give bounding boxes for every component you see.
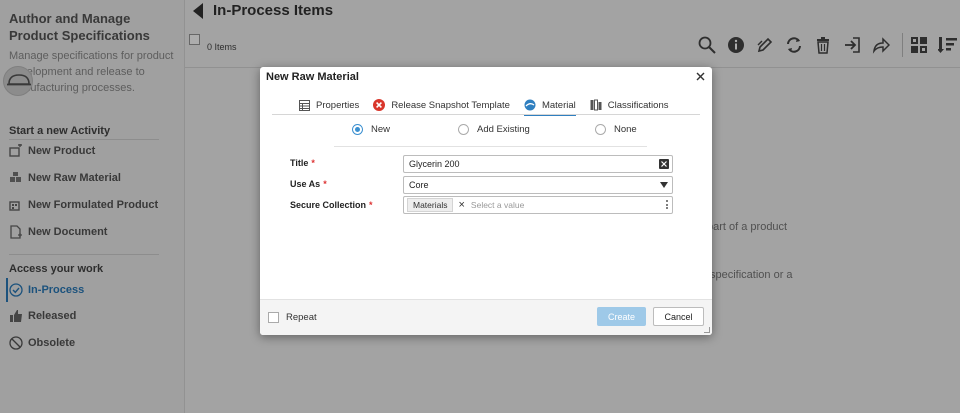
- radio-button[interactable]: [458, 124, 469, 135]
- more-icon[interactable]: [665, 200, 668, 211]
- error-icon: [373, 99, 386, 111]
- secure-collection-input[interactable]: Materials × Select a value: [403, 196, 673, 214]
- divider: [272, 114, 700, 115]
- use-as-select[interactable]: Core: [403, 176, 673, 194]
- clear-icon[interactable]: [659, 159, 669, 169]
- radio-new[interactable]: New: [352, 124, 390, 135]
- title-label: Title *: [290, 158, 315, 168]
- radio-label: Add Existing: [477, 124, 530, 135]
- divider: [334, 146, 647, 147]
- radio-none[interactable]: None: [595, 124, 637, 135]
- tab-classifications[interactable]: Classifications: [590, 95, 669, 115]
- repeat-label: Repeat: [286, 312, 317, 323]
- tab-label: Classifications: [607, 99, 669, 111]
- title-input[interactable]: Glycerin 200: [403, 155, 673, 173]
- tab-label: Release Snapshot Template: [391, 99, 510, 111]
- tab-release-snapshot-template[interactable]: Release Snapshot Template: [373, 95, 510, 115]
- tab-label: Properties: [316, 99, 360, 111]
- remove-chip-icon[interactable]: ×: [458, 200, 464, 211]
- new-raw-material-dialog: New Raw Material Properties Release Snap…: [260, 67, 712, 335]
- placeholder-text: Select a value: [470, 200, 525, 210]
- radio-add-existing[interactable]: Add Existing: [458, 124, 530, 135]
- chevron-down-icon: [660, 182, 668, 188]
- repeat-checkbox[interactable]: [268, 312, 279, 323]
- radio-label: None: [614, 124, 637, 135]
- tab-properties[interactable]: Properties: [298, 95, 359, 115]
- dialog-footer: Repeat Create Cancel: [260, 299, 712, 335]
- tab-label: Material: [541, 99, 576, 111]
- selected-chip: Materials: [407, 198, 454, 212]
- material-icon: [524, 99, 536, 111]
- dialog-title: New Raw Material: [266, 71, 359, 83]
- title-value: Glycerin 200: [409, 159, 460, 169]
- radio-button[interactable]: [352, 124, 363, 135]
- tab-material[interactable]: Material: [523, 95, 576, 116]
- radio-label: New: [371, 124, 391, 135]
- close-icon[interactable]: [693, 69, 707, 83]
- dialog-tabs: Properties Release Snapshot Template Mat…: [298, 95, 682, 116]
- use-as-label: Use As *: [290, 179, 327, 189]
- cancel-button[interactable]: Cancel: [653, 307, 704, 326]
- properties-icon: [298, 99, 310, 111]
- resize-handle[interactable]: [704, 327, 710, 333]
- use-as-value: Core: [409, 180, 429, 190]
- radio-button[interactable]: [595, 124, 606, 135]
- secure-collection-label: Secure Collection *: [290, 200, 373, 210]
- create-button[interactable]: Create: [597, 307, 646, 326]
- classifications-icon: [590, 99, 602, 111]
